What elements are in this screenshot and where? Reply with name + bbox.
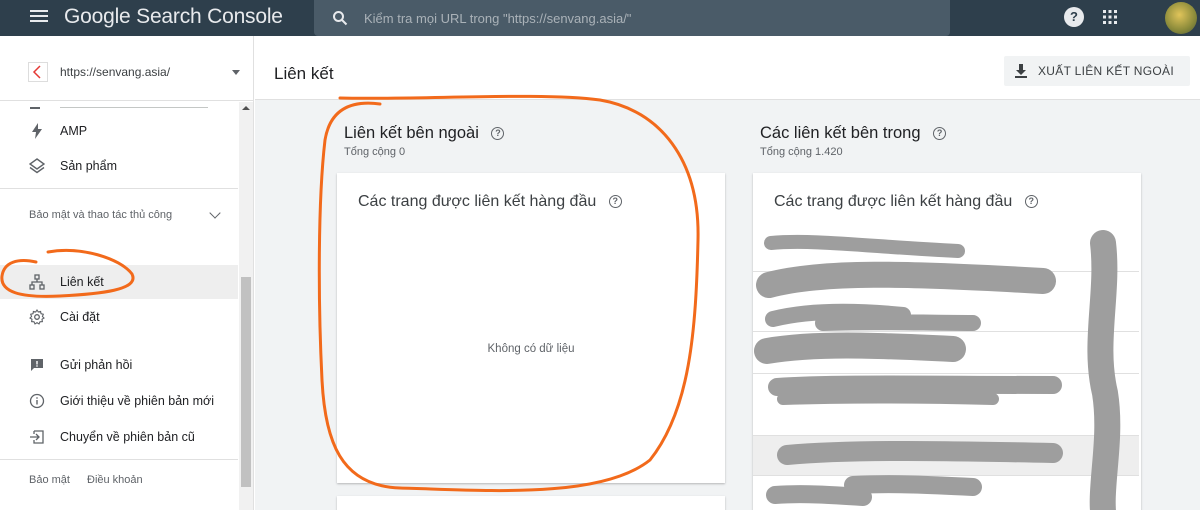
- sidebar-item-settings[interactable]: Cài đặt: [0, 300, 238, 334]
- internal-links-title-text: Các liên kết bên trong: [760, 124, 921, 142]
- sidebar-item-feedback[interactable]: Gửi phản hồi: [0, 348, 238, 382]
- sidebar-item-whats-new[interactable]: Giới thiệu về phiên bản mới: [0, 384, 238, 418]
- terms-link[interactable]: Điều khoản: [87, 474, 143, 486]
- internal-links-title: Các liên kết bên trong ?: [760, 124, 947, 143]
- gear-icon: [28, 308, 46, 326]
- exit-to-app-icon: [28, 428, 46, 446]
- hamburger-menu-icon[interactable]: [28, 7, 50, 29]
- sidebar-item-label: Cài đặt: [60, 310, 100, 324]
- page-header: Liên kết XUẤT LIÊN KẾT NGOÀI: [255, 36, 1200, 100]
- sidebar-item-links[interactable]: Liên kết: [0, 265, 238, 299]
- card-title-text: Các trang được liên kết hàng đầu: [774, 193, 1013, 210]
- card-title-text: Các trang được liên kết hàng đầu: [358, 193, 597, 210]
- sidebar-item-label: Gửi phản hồi: [60, 358, 133, 372]
- external-top-linked-pages-card: Các trang được liên kết hàng đầu ? Không…: [337, 173, 725, 483]
- table-row[interactable]: [753, 331, 1139, 373]
- help-circle-icon[interactable]: ?: [933, 127, 947, 141]
- external-links-title: Liên kết bên ngoài ?: [344, 124, 505, 143]
- bottom-edge: [0, 510, 1200, 522]
- sidebar-item-label: Liên kết: [60, 275, 104, 289]
- scroll-thumb[interactable]: [241, 277, 251, 487]
- sidebar-item-amp[interactable]: AMP: [0, 114, 238, 148]
- download-icon: [1014, 64, 1028, 78]
- internal-links-total: Tổng cộng 1.420: [760, 146, 843, 158]
- help-icon[interactable]: ?: [1064, 7, 1084, 27]
- sidebar-item-label: Giới thiệu về phiên bản mới: [60, 394, 214, 408]
- search-icon: [332, 10, 348, 26]
- sitemap-icon: [28, 273, 46, 291]
- sidebar-item-label: Chuyển về phiên bản cũ: [60, 430, 195, 444]
- card-title: Các trang được liên kết hàng đầu ?: [358, 193, 622, 211]
- sidebar-scrollbar[interactable]: [239, 102, 253, 522]
- property-selector[interactable]: https://senvang.asia/: [14, 54, 246, 90]
- site-favicon-icon: [28, 62, 48, 82]
- card-title: Các trang được liên kết hàng đầu ?: [774, 193, 1038, 211]
- sidebar-item-label: AMP: [60, 124, 88, 138]
- export-label: XUẤT LIÊN KẾT NGOÀI: [1038, 64, 1174, 78]
- url-inspection-search[interactable]: [314, 0, 950, 36]
- divider: [0, 188, 238, 189]
- export-external-links-button[interactable]: XUẤT LIÊN KẾT NGOÀI: [1004, 56, 1190, 86]
- main-content: Liên kết XUẤT LIÊN KẾT NGOÀI Liên kết bê…: [255, 36, 1200, 522]
- help-circle-icon[interactable]: ?: [491, 127, 505, 141]
- lightning-icon: [28, 122, 46, 140]
- apps-grid-icon[interactable]: [1102, 9, 1118, 25]
- avatar[interactable]: [1165, 2, 1197, 34]
- property-url: https://senvang.asia/: [60, 65, 171, 79]
- table-row[interactable]: [753, 271, 1139, 331]
- page-title: Liên kết: [274, 64, 334, 83]
- sidebar-item-products[interactable]: Sản phẩm: [0, 149, 238, 183]
- external-links-title-text: Liên kết bên ngoài: [344, 124, 479, 142]
- search-input[interactable]: [364, 10, 924, 26]
- clipped-nav-item: [28, 97, 210, 109]
- table-row[interactable]: [753, 373, 1139, 435]
- chevron-down-icon: [232, 70, 240, 75]
- divider: [0, 459, 238, 460]
- privacy-link[interactable]: Bảo mật: [29, 474, 70, 486]
- help-circle-icon[interactable]: ?: [608, 195, 622, 209]
- no-data-message: Không có dữ liệu: [487, 343, 575, 355]
- scroll-up-arrow-icon[interactable]: [242, 106, 250, 110]
- sidebar-item-label: Sản phẩm: [60, 159, 117, 173]
- sidebar: https://senvang.asia/ AMP Sản phẩm Bảo m…: [0, 36, 254, 522]
- help-circle-icon[interactable]: ?: [1024, 195, 1038, 209]
- external-links-total: Tổng cộng 0: [344, 146, 406, 158]
- divider: [0, 100, 254, 101]
- table-row[interactable]: [753, 435, 1139, 475]
- internal-top-linked-pages-card: Các trang được liên kết hàng đầu ?: [753, 173, 1141, 522]
- info-icon: [28, 392, 46, 410]
- layers-icon: [28, 157, 46, 175]
- top-app-bar: Google Search Console ?: [0, 0, 1200, 36]
- app-brand[interactable]: Google Search Console: [64, 5, 283, 29]
- feedback-icon: [28, 356, 46, 374]
- section-security-manual-actions[interactable]: Bảo mật và thao tác thủ công: [29, 206, 229, 224]
- sidebar-item-old-version[interactable]: Chuyển về phiên bản cũ: [0, 420, 238, 454]
